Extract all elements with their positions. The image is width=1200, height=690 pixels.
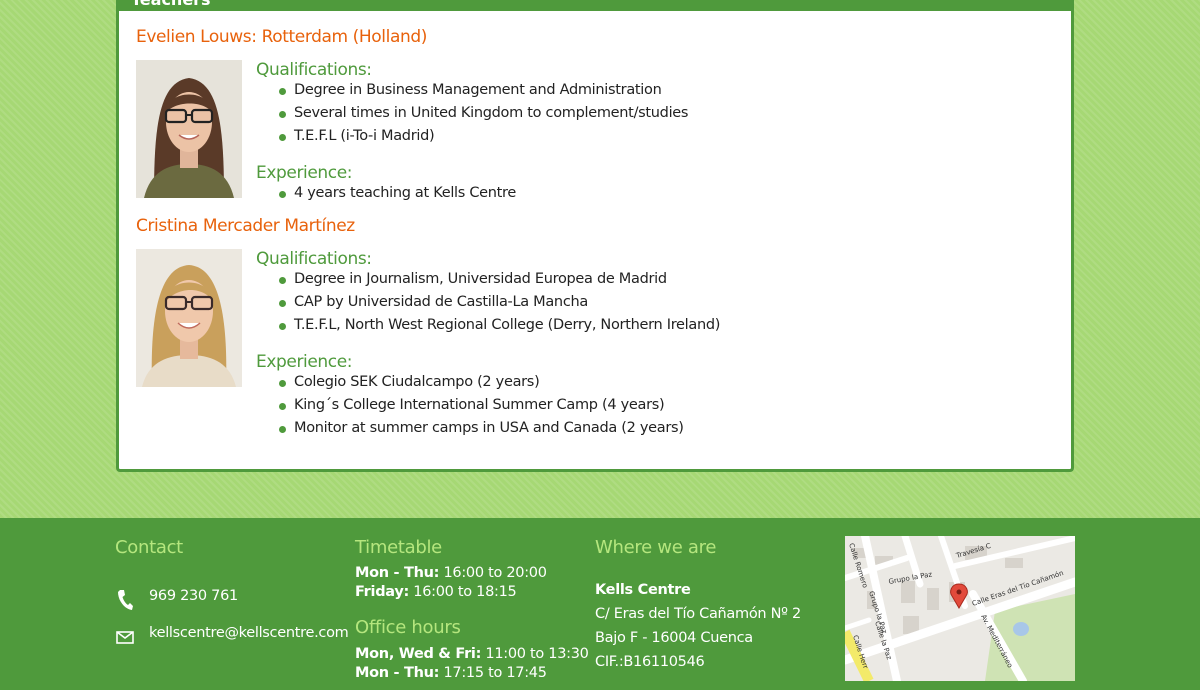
office-hours-heading: Office hours xyxy=(355,617,461,638)
teachers-panel: Teachers Evelien Louws: Rotterdam (Holla… xyxy=(116,0,1074,472)
timetable-hours: 16:00 to 20:00 xyxy=(443,565,547,581)
office-hours-row: Mon, Wed & Fri: 11:00 to 13:30 xyxy=(355,646,589,662)
teacher-name: Evelien Louws: Rotterdam (Holland) xyxy=(136,27,427,47)
experience-list: 4 years teaching at Kells Centre xyxy=(279,183,516,206)
cif-number: CIF.:B16110546 xyxy=(595,654,705,670)
qualifications-list: Degree in Business Management and Admini… xyxy=(279,80,688,149)
teacher-photo xyxy=(136,60,242,198)
list-item: Degree in Journalism, Universidad Europe… xyxy=(279,269,720,292)
office-hours: 11:00 to 13:30 xyxy=(485,646,589,662)
list-item: Several times in United Kingdom to compl… xyxy=(279,103,688,126)
list-item: T.E.F.L, North West Regional College (De… xyxy=(279,315,720,338)
office-hours-row: Mon - Thu: 17:15 to 17:45 xyxy=(355,665,547,681)
location-heading: Where we are xyxy=(595,537,717,558)
office-days: Mon, Wed & Fri: xyxy=(355,646,482,662)
experience-heading: Experience: xyxy=(256,163,353,183)
office-days: Mon - Thu: xyxy=(355,665,440,681)
list-item: 4 years teaching at Kells Centre xyxy=(279,183,516,206)
timetable-heading: Timetable xyxy=(355,537,442,558)
list-item: Degree in Business Management and Admini… xyxy=(279,80,688,103)
location-map[interactable]: Travesía C Calle Eras del Tío Cañamón Gr… xyxy=(845,536,1075,681)
experience-heading: Experience: xyxy=(256,352,353,372)
phone-icon xyxy=(116,588,134,616)
experience-list: Colegio SEK Ciudalcampo (2 years) King´s… xyxy=(279,372,684,441)
address-line-2: Bajo F - 16004 Cuenca xyxy=(595,630,753,646)
centre-name: Kells Centre xyxy=(595,582,691,598)
panel-header: Teachers xyxy=(119,0,1071,11)
list-item: CAP by Universidad de Castilla-La Mancha xyxy=(279,292,720,315)
teacher-photo xyxy=(136,249,242,387)
phone-number[interactable]: 969 230 761 xyxy=(149,588,238,604)
address-line-1: C/ Eras del Tío Cañamón Nº 2 xyxy=(595,606,801,622)
list-item: Colegio SEK Ciudalcampo (2 years) xyxy=(279,372,684,395)
envelope-icon xyxy=(116,629,134,648)
timetable-row: Friday: 16:00 to 18:15 xyxy=(355,584,517,600)
timetable-days: Friday: xyxy=(355,584,409,600)
contact-heading: Contact xyxy=(115,537,183,558)
qualifications-heading: Qualifications: xyxy=(256,249,372,269)
timetable-days: Mon - Thu: xyxy=(355,565,440,581)
email-link[interactable]: kellscentre@kellscentre.com xyxy=(149,625,349,641)
teacher-name: Cristina Mercader Martínez xyxy=(136,216,355,236)
footer: Contact 969 230 761 kellscentre@kellscen… xyxy=(0,518,1200,690)
timetable-row: Mon - Thu: 16:00 to 20:00 xyxy=(355,565,547,581)
list-item: T.E.F.L (i-To-i Madrid) xyxy=(279,126,688,149)
panel-title: Teachers xyxy=(131,0,211,8)
timetable-hours: 16:00 to 18:15 xyxy=(413,584,517,600)
office-hours: 17:15 to 17:45 xyxy=(443,665,547,681)
qualifications-list: Degree in Journalism, Universidad Europe… xyxy=(279,269,720,338)
list-item: King´s College International Summer Camp… xyxy=(279,395,684,418)
list-item: Monitor at summer camps in USA and Canad… xyxy=(279,418,684,441)
qualifications-heading: Qualifications: xyxy=(256,60,372,80)
